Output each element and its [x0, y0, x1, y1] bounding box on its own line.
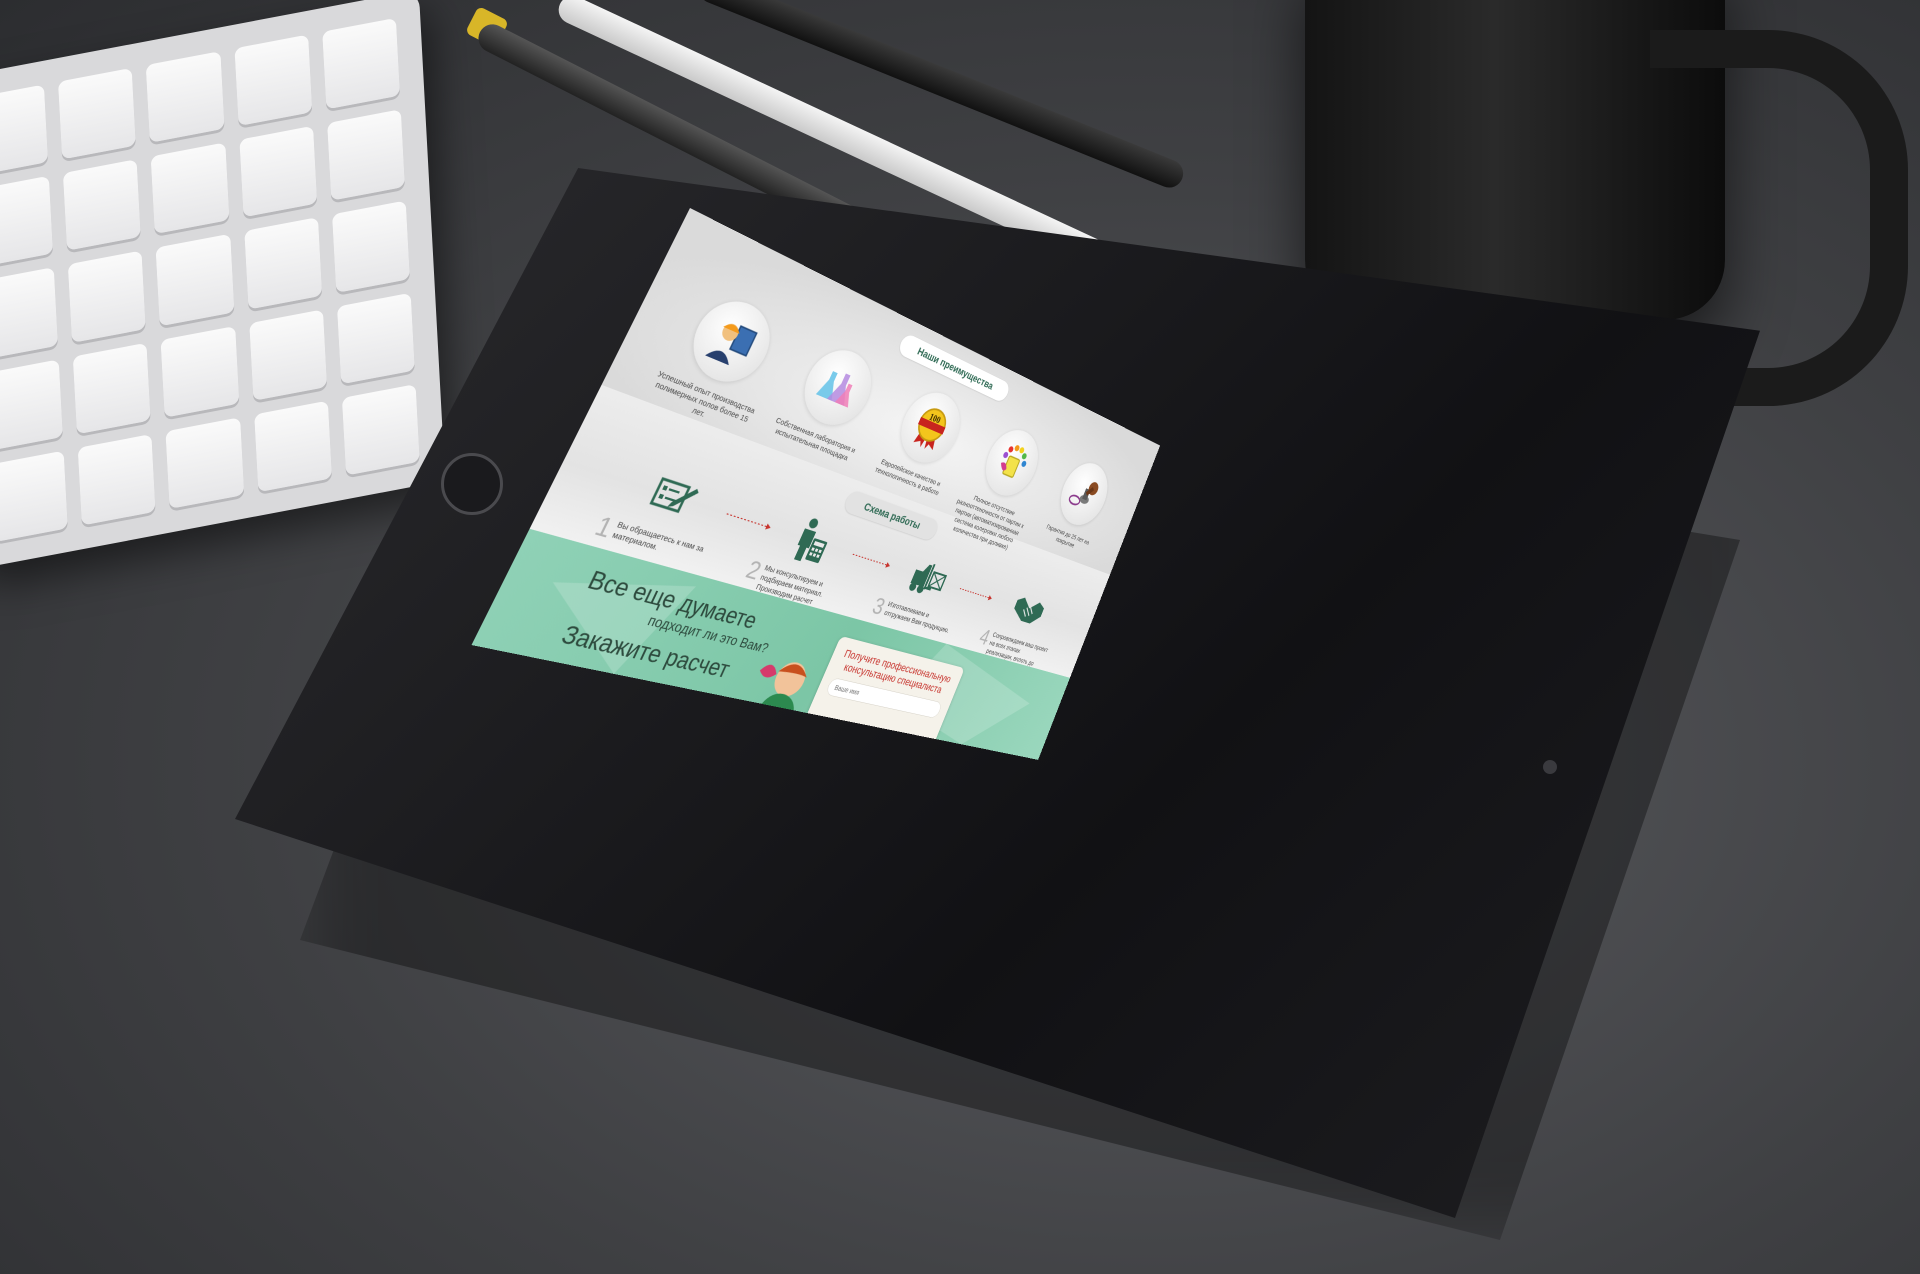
- consultant-calculator-icon: [780, 510, 845, 572]
- keyboard: [0, 0, 446, 571]
- tablet-camera: [1543, 760, 1557, 774]
- advantage-text: Полное отсутствие разнооттеночности от п…: [951, 494, 1026, 552]
- advantage-text: Европейское качество и технологичность в…: [873, 457, 942, 498]
- advantage-text: Гарантия до 25 лет на покрытие: [1045, 522, 1091, 550]
- application-form-icon: [635, 462, 712, 531]
- handshake-icon: [1004, 584, 1052, 636]
- forklift-icon: [901, 550, 957, 606]
- tablet-home-button[interactable]: [441, 453, 503, 515]
